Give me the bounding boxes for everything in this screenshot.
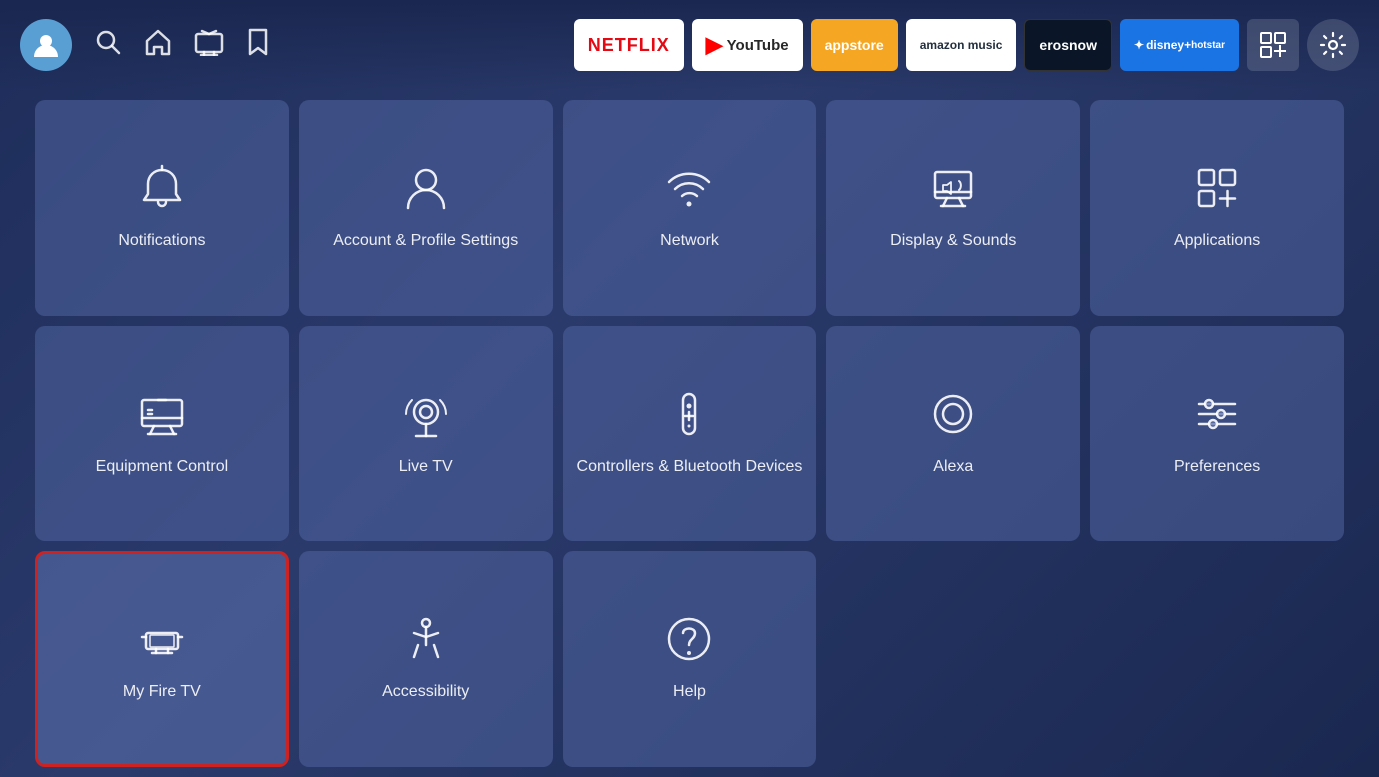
- help-icon: [665, 615, 713, 670]
- tile-account-profile[interactable]: Account & Profile Settings: [299, 100, 553, 316]
- tv-monitor-icon: [138, 390, 186, 445]
- amazonmusic-button[interactable]: amazon music: [906, 19, 1017, 71]
- accessibility-icon: [402, 615, 450, 670]
- tile-my-fire-tv[interactable]: My Fire TV: [35, 551, 289, 767]
- settings-button[interactable]: [1307, 19, 1359, 71]
- avatar[interactable]: [20, 19, 72, 71]
- tile-notifications-label: Notifications: [118, 231, 205, 252]
- tile-live-tv-label: Live TV: [399, 457, 453, 478]
- appstore-button[interactable]: appstore: [811, 19, 898, 71]
- tile-equipment-label: Equipment Control: [96, 457, 229, 478]
- youtube-button[interactable]: ▶ YouTube: [692, 19, 803, 71]
- person-icon: [402, 164, 450, 219]
- remote-icon: [665, 390, 713, 445]
- tile-accessibility[interactable]: Accessibility: [299, 551, 553, 767]
- erosnow-button[interactable]: erosnow: [1024, 19, 1112, 71]
- tile-notifications[interactable]: Notifications: [35, 100, 289, 316]
- tile-display-label: Display & Sounds: [890, 231, 1016, 252]
- antenna-icon: [402, 390, 450, 445]
- tile-account-label: Account & Profile Settings: [333, 231, 518, 252]
- apps-icon: [1193, 164, 1241, 219]
- sliders-icon: [1193, 390, 1241, 445]
- tile-alexa[interactable]: Alexa: [826, 326, 1080, 542]
- netflix-button[interactable]: NETFLIX: [574, 19, 684, 71]
- hotstar-button[interactable]: ✦ disney+hotstar: [1120, 19, 1239, 71]
- bell-icon: [138, 164, 186, 219]
- wifi-icon: [665, 164, 713, 219]
- tile-preferences[interactable]: Preferences: [1090, 326, 1344, 542]
- display-icon: [929, 164, 977, 219]
- tile-preferences-label: Preferences: [1174, 457, 1260, 478]
- header-left: [20, 19, 270, 71]
- tile-help[interactable]: Help: [563, 551, 817, 767]
- tile-live-tv[interactable]: Live TV: [299, 326, 553, 542]
- tile-alexa-label: Alexa: [933, 457, 973, 478]
- alexa-icon: [929, 390, 977, 445]
- header: NETFLIX ▶ YouTube appstore amazon music …: [0, 0, 1379, 90]
- tile-network[interactable]: Network: [563, 100, 817, 316]
- home-icon[interactable]: [144, 28, 172, 63]
- tile-controllers-bluetooth[interactable]: Controllers & Bluetooth Devices: [563, 326, 817, 542]
- header-apps: NETFLIX ▶ YouTube appstore amazon music …: [574, 19, 1359, 71]
- tile-my-fire-tv-label: My Fire TV: [123, 682, 201, 703]
- settings-grid: Notifications Account & Profile Settings…: [0, 90, 1379, 777]
- bookmark-icon[interactable]: [246, 28, 270, 63]
- tile-applications-label: Applications: [1174, 231, 1260, 252]
- tile-applications[interactable]: Applications: [1090, 100, 1344, 316]
- firetv-icon: [138, 615, 186, 670]
- grid-plus-button[interactable]: [1247, 19, 1299, 71]
- search-icon[interactable]: [94, 28, 122, 63]
- tv-icon[interactable]: [194, 28, 224, 63]
- tile-display-sounds[interactable]: Display & Sounds: [826, 100, 1080, 316]
- tile-network-label: Network: [660, 231, 719, 252]
- tile-help-label: Help: [673, 682, 706, 703]
- tile-equipment-control[interactable]: Equipment Control: [35, 326, 289, 542]
- tile-controllers-label: Controllers & Bluetooth Devices: [577, 457, 803, 478]
- tile-accessibility-label: Accessibility: [382, 682, 469, 703]
